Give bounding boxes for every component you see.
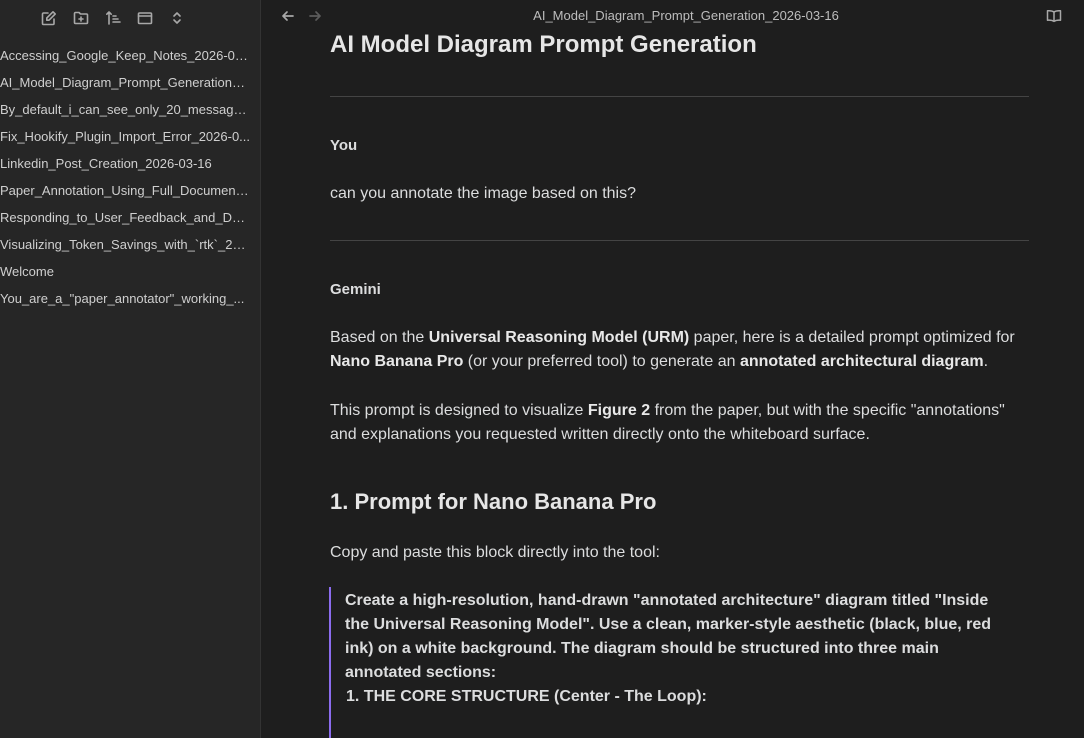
arrow-left-icon — [282, 11, 294, 21]
expand-collapse-button[interactable] — [166, 7, 188, 29]
section-heading: 1. Prompt for Nano Banana Pro — [330, 489, 657, 514]
prompt-blockquote: Create a high-resolution, hand-drawn "an… — [329, 587, 1009, 738]
app-window: Accessing_Google_Keep_Notes_2026-03... A… — [0, 0, 1084, 738]
collapse-all-button[interactable] — [134, 7, 156, 29]
speaker-label-you: You — [330, 137, 358, 154]
new-note-button[interactable] — [38, 7, 60, 29]
note-content: AI Model Diagram Prompt Generation You c… — [329, 0, 1030, 738]
file-list: Accessing_Google_Keep_Notes_2026-03... A… — [0, 42, 250, 312]
speaker-label-gemini: Gemini — [330, 281, 381, 298]
sort-icon — [106, 11, 121, 25]
file-item[interactable]: Paper_Annotation_Using_Full_Document... — [0, 177, 250, 204]
file-item[interactable]: Responding_to_User_Feedback_and_Do... — [0, 204, 250, 231]
new-note-icon — [41, 11, 56, 26]
file-item[interactable]: By_default_i_can_see_only_20_messages... — [0, 96, 250, 123]
user-question: can you annotate the image based on this… — [330, 185, 636, 202]
reading-view-button[interactable] — [1044, 7, 1064, 25]
file-item[interactable]: Welcome — [0, 258, 250, 285]
instruction-text: Copy and paste this block directly into … — [330, 544, 660, 561]
prompt-section-title: 1. THE CORE STRUCTURE (Center - The Loop… — [346, 688, 707, 705]
forward-button[interactable] — [305, 6, 325, 26]
divider — [330, 96, 1029, 97]
collapse-all-icon — [137, 12, 153, 25]
response-paragraph: This prompt is designed to visualize Fig… — [330, 402, 1005, 443]
new-folder-button[interactable] — [70, 7, 92, 29]
file-explorer-sidebar: Accessing_Google_Keep_Notes_2026-03... A… — [0, 0, 261, 738]
file-item[interactable]: Visualizing_Token_Savings_with_`rtk`_20.… — [0, 231, 250, 258]
divider — [330, 240, 1029, 241]
file-item[interactable]: Fix_Hookify_Plugin_Import_Error_2026-0..… — [0, 123, 250, 150]
file-item[interactable]: Linkedin_Post_Creation_2026-03-16 — [0, 150, 250, 177]
file-item[interactable]: Accessing_Google_Keep_Notes_2026-03... — [0, 42, 250, 69]
expand-collapse-icon — [173, 12, 181, 24]
new-folder-icon — [73, 11, 89, 25]
sidebar-toolbar — [38, 7, 188, 29]
prompt-text: Create a high-resolution, hand-drawn "an… — [345, 592, 992, 681]
arrow-right-icon — [309, 11, 321, 21]
file-item[interactable]: You_are_a_"paper_annotator"_working_... — [0, 285, 250, 312]
response-paragraph: Based on the Universal Reasoning Model (… — [330, 329, 1015, 370]
file-item[interactable]: AI_Model_Diagram_Prompt_Generation_... — [0, 69, 250, 96]
book-open-icon — [1046, 10, 1062, 23]
back-button[interactable] — [278, 6, 298, 26]
page-title: AI Model Diagram Prompt Generation — [330, 31, 757, 58]
sort-button[interactable] — [102, 7, 124, 29]
